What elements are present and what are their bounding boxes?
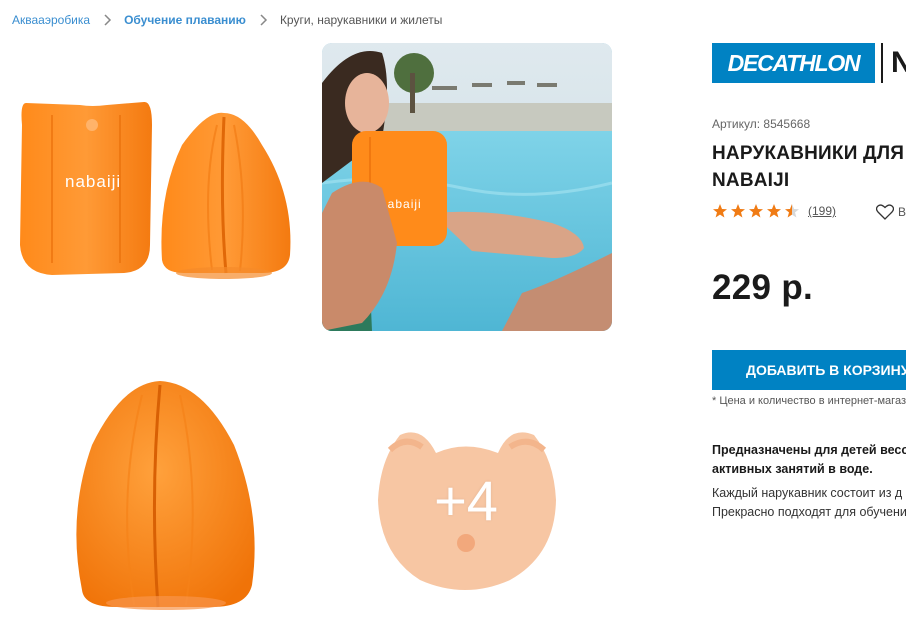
breadcrumb-link-swim-learning[interactable]: Обучение плаванию: [124, 13, 246, 27]
wishlist-button[interactable]: В: [876, 204, 906, 220]
star-icon: [749, 204, 763, 218]
more-images-count: +4: [434, 468, 498, 532]
gallery-image-side[interactable]: [62, 375, 270, 615]
logo-divider: [881, 43, 883, 83]
heart-icon: [876, 204, 894, 220]
star-icon: [713, 204, 727, 218]
description-bold-line-2: активных занятий в воде.: [712, 462, 873, 476]
gallery-more-images[interactable]: +4: [360, 405, 572, 595]
wishlist-label: В: [898, 205, 906, 219]
review-count-link[interactable]: (199): [808, 204, 836, 218]
product-price: 229 р.: [712, 268, 814, 307]
product-rating[interactable]: (199): [712, 203, 836, 219]
breadcrumb-link-aqua-aerobics[interactable]: Аквааэробика: [12, 13, 90, 27]
chevron-right-icon: [100, 13, 114, 27]
decathlon-logo[interactable]: DECATHLON: [712, 43, 875, 83]
nabaiji-logo[interactable]: N: [891, 46, 906, 80]
breadcrumb-current: Круги, нарукавники и жилеты: [279, 13, 443, 27]
price-note: * Цена и количество в интернет-магази: [712, 395, 906, 407]
description-line-2: Прекрасно подходят для обучени: [712, 505, 906, 519]
product-title-line-2: NABAIJI: [712, 170, 790, 191]
product-description-highlight: Предназначены для детей весом активных з…: [712, 441, 906, 479]
product-description: Каждый нарукавник состоит из д Прекрасно…: [712, 484, 906, 522]
description-line-1: Каждый нарукавник состоит из д: [712, 486, 903, 500]
star-icon: [767, 204, 781, 218]
product-sku: Артикул: 8545668: [712, 117, 811, 131]
chevron-right-icon: [256, 13, 270, 27]
breadcrumb: Аквааэробика Обучение плаванию Круги, на…: [12, 11, 442, 29]
nabaiji-print: nabaiji: [65, 172, 121, 191]
star-icon: [731, 204, 745, 218]
brand-logos: DECATHLON N: [712, 43, 906, 83]
description-bold-line-1: Предназначены для детей весом: [712, 443, 906, 457]
add-to-cart-button[interactable]: ДОБАВИТЬ В КОРЗИНУ: [712, 350, 906, 390]
gallery-image-front-side[interactable]: nabaiji: [12, 95, 305, 285]
gallery-image-lifestyle[interactable]: nabaiji: [322, 43, 612, 331]
product-title: НАРУКАВНИКИ ДЛЯ Н NABAIJI: [712, 140, 906, 194]
product-title-line-1: НАРУКАВНИКИ ДЛЯ Н: [712, 143, 906, 164]
star-half-icon: [785, 204, 799, 218]
